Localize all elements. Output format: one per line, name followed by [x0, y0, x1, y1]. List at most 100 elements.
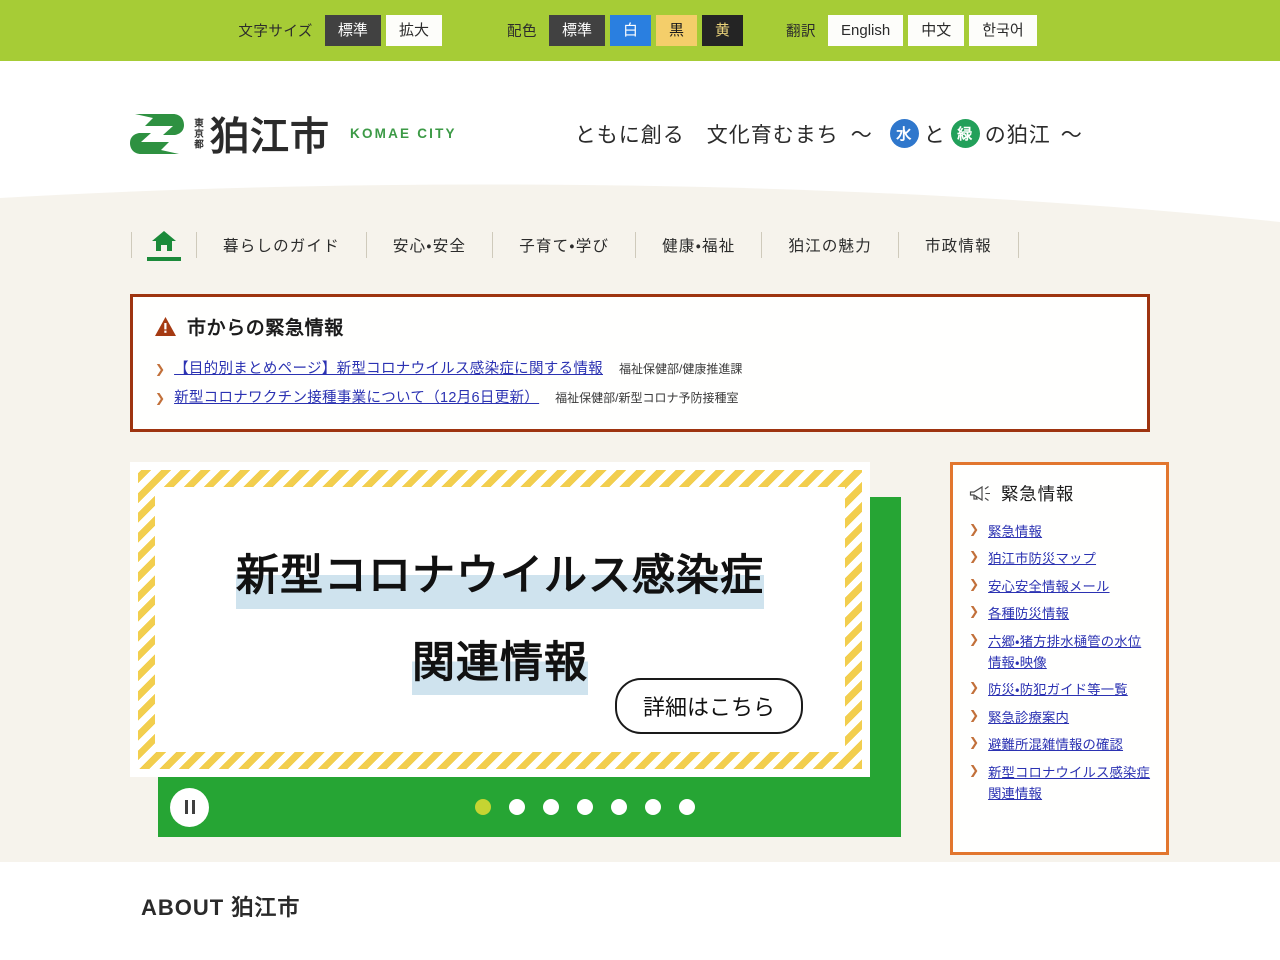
panel-title: 緊急情報	[1001, 484, 1075, 504]
emergency-notice-title: 市からの緊急情報	[187, 318, 344, 339]
notice-department: 福祉保健部/健康推進課	[618, 362, 743, 376]
megaphone-icon	[969, 485, 990, 501]
tagline-green-badge: 緑	[950, 119, 980, 148]
notice-link-vaccination[interactable]: 新型コロナワクチン接種事業について（12月6日更新）	[174, 386, 539, 407]
slider-current-banner[interactable]: 新型コロナウイルス感染症 関連情報 詳細はこちら	[130, 462, 870, 777]
panel-list-item: ❯ 狛江市防災マップ	[969, 546, 1152, 574]
site-logo[interactable]: 東京都 狛江市 KOMAE CITY	[129, 106, 457, 162]
chevron-right-icon: ❯	[969, 631, 980, 646]
color-scheme-standard-button[interactable]: 標準	[548, 15, 605, 46]
panel-list-item: ❯ 緊急情報	[969, 518, 1152, 546]
translate-korean-button[interactable]: 한국어	[969, 15, 1037, 46]
main-navigation: 暮らしのガイド 安心・安全 子育て・学び 健康・福祉 狛江の魅力 市政情報	[131, 206, 1280, 266]
font-size-label: 文字サイズ	[238, 24, 313, 40]
slider-dot-6[interactable]	[645, 799, 661, 815]
home-active-underline	[147, 256, 181, 261]
logo-english-text: KOMAE CITY	[350, 126, 457, 141]
banner-headline-line2: 関連情報	[412, 630, 588, 695]
panel-link-emergency-info[interactable]: 緊急情報	[988, 522, 1042, 543]
panel-list-item: ❯ 避難所混雑情報の確認	[969, 732, 1152, 760]
translate-english-button[interactable]: English	[828, 15, 904, 46]
panel-list-item: ❯ 六郷・猪方排水樋管の水位情報・映像	[969, 628, 1152, 676]
warning-triangle-icon	[155, 317, 176, 336]
panel-link-disaster-info[interactable]: 各種防災情報	[988, 604, 1069, 625]
nav-item-city-administration[interactable]: 市政情報	[899, 234, 1018, 256]
emergency-notice-header: 市からの緊急情報	[155, 313, 1125, 340]
nav-item-childcare-learning[interactable]: 子育て・学び	[493, 234, 635, 256]
tagline-tilde-left: 〜	[850, 123, 873, 147]
slider-pause-button[interactable]	[170, 787, 209, 827]
banner-inner: 新型コロナウイルス感染症 関連情報 詳細はこちら	[155, 487, 845, 752]
panel-link-emergency-medical[interactable]: 緊急診療案内	[988, 708, 1069, 729]
page-root: 文字サイズ 標準 拡大 配色 標準 白 黒 黄 翻訳 English 中文 한국…	[0, 0, 1280, 960]
panel-list-item: ❯ 防災・防犯ガイド等一覧	[969, 677, 1152, 705]
translate-chinese-button[interactable]: 中文	[908, 15, 965, 46]
slider-dot-3[interactable]	[543, 799, 559, 815]
font-size-large-button[interactable]: 拡大	[385, 15, 442, 46]
color-scheme-yellow-button[interactable]: 黄	[702, 15, 744, 46]
chevron-right-icon: ❯	[155, 391, 166, 405]
color-scheme-black-button[interactable]: 黒	[655, 15, 697, 46]
chevron-right-icon: ❯	[969, 707, 980, 722]
panel-list-item: ❯ 緊急診療案内	[969, 704, 1152, 732]
nav-item-safety[interactable]: 安心・安全	[367, 234, 492, 256]
panel-link-water-level[interactable]: 六郷・猪方排水樋管の水位情報・映像	[988, 632, 1152, 673]
panel-link-prevention-guide[interactable]: 防災・防犯ガイド等一覧	[988, 680, 1128, 701]
color-scheme-label: 配色	[506, 24, 537, 40]
slider-dot-4[interactable]	[577, 799, 593, 815]
font-size-group: 文字サイズ 標準 拡大	[238, 15, 447, 46]
panel-link-safety-mail[interactable]: 安心安全情報メール	[988, 577, 1109, 598]
chevron-right-icon: ❯	[155, 362, 166, 376]
chevron-right-icon: ❯	[969, 521, 980, 536]
home-icon	[152, 230, 176, 251]
emergency-notice-box: 市からの緊急情報 ❯ 【目的別まとめページ】新型コロナウイルス感染症に関する情報…	[130, 294, 1150, 432]
slider-dot-1[interactable]	[475, 799, 491, 815]
tagline-part1: ともに創る 文化育むまち	[574, 123, 839, 147]
slider-dot-2[interactable]	[509, 799, 525, 815]
chevron-right-icon: ❯	[969, 735, 980, 750]
banner-headline-line1: 新型コロナウイルス感染症	[236, 544, 764, 609]
tagline-tilde-right: 〜	[1060, 123, 1083, 147]
font-size-standard-button[interactable]: 標準	[324, 15, 381, 46]
chevron-right-icon: ❯	[969, 576, 980, 591]
notice-item: ❯ 新型コロナワクチン接種事業について（12月6日更新） 福祉保健部/新型コロナ…	[155, 382, 1125, 411]
slider-dot-nav	[475, 799, 695, 815]
komae-emblem-icon	[130, 113, 184, 154]
translate-group: 翻訳 English 中文 한국어	[786, 15, 1042, 46]
chevron-right-icon: ❯	[969, 549, 980, 564]
nav-item-health-welfare[interactable]: 健康・福祉	[636, 234, 761, 256]
panel-link-shelter-congestion[interactable]: 避難所混雑情報の確認	[988, 735, 1123, 756]
sidebar-item-home[interactable]	[132, 230, 196, 261]
tagline-part2: の狛江	[984, 123, 1051, 147]
translate-label: 翻訳	[786, 24, 817, 40]
hero-slider: 新型コロナウイルス感染症 関連情報 詳細はこちら	[130, 462, 920, 862]
pause-bar-left	[184, 800, 188, 814]
slider-dot-5[interactable]	[611, 799, 627, 815]
pause-bar-right	[191, 800, 195, 814]
tagline-and: と	[923, 123, 946, 147]
panel-header: 緊急情報	[969, 481, 1152, 506]
logo-city-text: 狛江市	[210, 115, 331, 159]
site-tagline: ともに創る 文化育むまち 〜 水 と 緑 の狛江 〜	[575, 119, 1083, 149]
main-content: 暮らしのガイド 安心・安全 子育て・学び 健康・福祉 狛江の魅力 市政情報 市か…	[0, 206, 1280, 862]
panel-list-item: ❯ 各種防災情報	[969, 601, 1152, 629]
slider-controls	[158, 777, 901, 837]
slider-and-panel-area: 新型コロナウイルス感染症 関連情報 詳細はこちら 緊急情報 ❯ 緊急情報 ❯ 狛…	[0, 462, 1280, 862]
banner-detail-button[interactable]: 詳細はこちら	[614, 678, 803, 734]
notice-item: ❯ 【目的別まとめページ】新型コロナウイルス感染症に関する情報 福祉保健部/健康…	[155, 353, 1125, 382]
panel-link-disaster-map[interactable]: 狛江市防災マップ	[988, 549, 1096, 570]
slider-dot-7[interactable]	[679, 799, 695, 815]
logo-prefecture-text: 東京都	[192, 117, 203, 150]
panel-link-covid-info[interactable]: 新型コロナウイルス感染症関連情報	[988, 763, 1152, 804]
panel-list-item: ❯ 安心安全情報メール	[969, 573, 1152, 601]
color-scheme-white-button[interactable]: 白	[609, 15, 651, 46]
nav-item-komae-attractions[interactable]: 狛江の魅力	[762, 234, 898, 256]
notice-link-covid-summary[interactable]: 【目的別まとめページ】新型コロナウイルス感染症に関する情報	[174, 357, 603, 378]
chevron-right-icon: ❯	[969, 680, 980, 695]
utility-bar: 文字サイズ 標準 拡大 配色 標準 白 黒 黄 翻訳 English 中文 한국…	[0, 0, 1280, 61]
chevron-right-icon: ❯	[969, 762, 980, 777]
nav-item-living-guide[interactable]: 暮らしのガイド	[197, 234, 366, 256]
chevron-right-icon: ❯	[969, 604, 980, 619]
banner-striped-border: 新型コロナウイルス感染症 関連情報 詳細はこちら	[138, 470, 862, 769]
about-section: ABOUT 狛江市	[0, 862, 1280, 920]
